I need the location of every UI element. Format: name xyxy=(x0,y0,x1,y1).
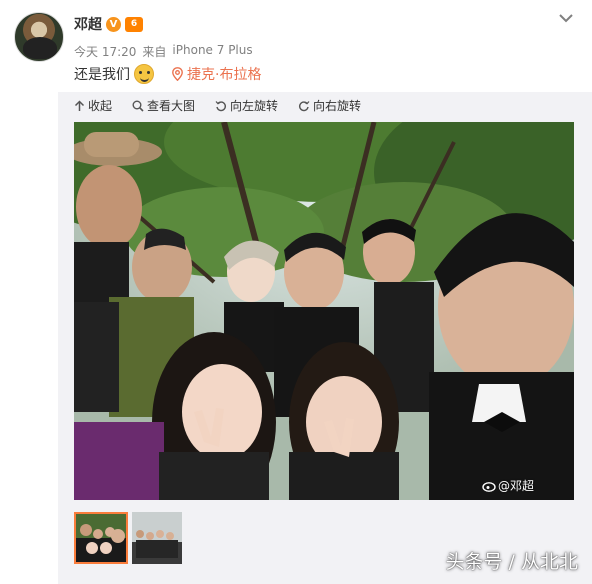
rotate-left-label[interactable]: 向左旋转 xyxy=(230,97,278,114)
weibo-post: 邓超 V 6 今天 17:20 来自 iPhone 7 Plus 还是我们 捷克… xyxy=(0,0,592,584)
thumbnail-1-image xyxy=(76,514,126,562)
footer-watermark: 头条号 / 从北北 xyxy=(445,551,578,573)
rotate-right-button[interactable]: 向右旋转 xyxy=(298,97,361,114)
arrow-up-icon xyxy=(74,99,85,111)
post-text-content: 还是我们 xyxy=(74,67,130,83)
view-large-label[interactable]: 查看大图 xyxy=(147,97,195,114)
thumbnail-strip xyxy=(74,512,186,564)
location-link[interactable]: 捷克·布拉格 xyxy=(172,64,261,84)
rotate-right-icon xyxy=(299,100,310,111)
location-pin-icon xyxy=(172,67,183,81)
collapse-button[interactable]: 收起 xyxy=(74,97,112,114)
user-row: 邓超 V 6 xyxy=(74,14,143,34)
weibo-logo-icon xyxy=(482,481,496,492)
view-large-button[interactable]: 查看大图 xyxy=(132,97,195,114)
media-toolbar: 收起 查看大图 向左旋转 向右旋转 xyxy=(74,97,361,114)
thumbnail-1[interactable] xyxy=(74,512,128,564)
post-text: 还是我们 捷克·布拉格 xyxy=(74,64,261,84)
rotate-right-label[interactable]: 向右旋转 xyxy=(313,97,361,114)
main-photo[interactable]: @邓超 xyxy=(74,122,574,500)
photo-watermark-text: @邓超 xyxy=(497,479,534,493)
rotate-left-icon xyxy=(215,100,227,111)
vip-badge-icon[interactable]: 6 xyxy=(125,16,143,32)
thumbnail-2-image xyxy=(132,512,182,564)
username[interactable]: 邓超 xyxy=(74,14,102,34)
magnifier-icon xyxy=(132,100,144,112)
rotate-left-button[interactable]: 向左旋转 xyxy=(215,97,278,114)
group-selfie-image xyxy=(74,122,574,500)
location-text[interactable]: 捷克·布拉格 xyxy=(187,64,261,84)
photo-watermark: @邓超 xyxy=(482,477,534,494)
verified-badge-icon[interactable]: V xyxy=(106,16,121,32)
source-prefix: 来自 xyxy=(142,45,167,59)
timestamp[interactable]: 今天 17:20 xyxy=(74,43,136,60)
collapse-label[interactable]: 收起 xyxy=(88,97,112,114)
thumbnail-2[interactable] xyxy=(132,512,186,564)
doge-emoji-icon xyxy=(134,64,154,84)
avatar[interactable] xyxy=(14,12,64,62)
chevron-down-icon[interactable] xyxy=(558,12,574,24)
source[interactable]: iPhone 7 Plus xyxy=(172,43,252,60)
post-meta: 今天 17:20 来自 iPhone 7 Plus xyxy=(74,43,253,60)
